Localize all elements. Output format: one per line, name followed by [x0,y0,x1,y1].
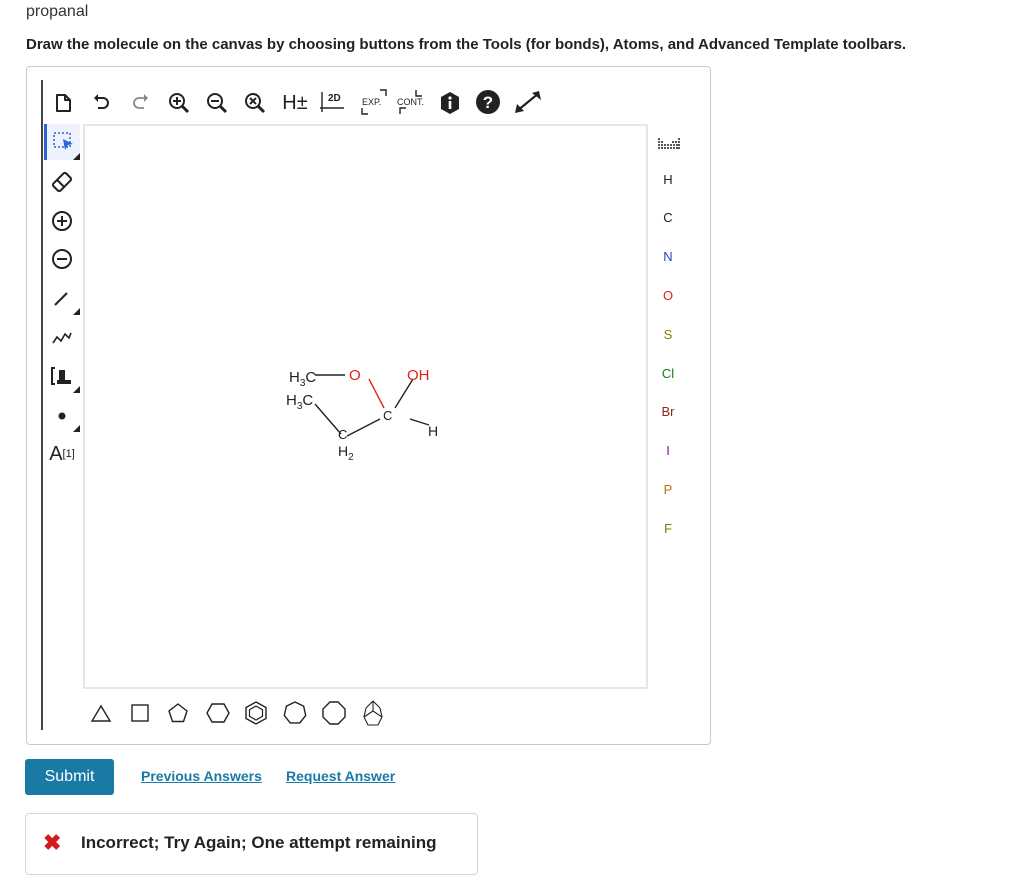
zoom-reset-icon[interactable] [242,90,268,116]
clean-2d-button[interactable]: 2D [318,88,348,116]
atom-ch2-c: C [338,427,347,442]
atom-label-letter: A [49,442,63,465]
octagon-template-icon[interactable] [320,699,348,727]
atom-h3c-bottom: H3C [286,392,313,412]
chain-tool[interactable] [44,320,80,354]
atom-label-tool[interactable]: A [1] [44,437,80,471]
request-answer-link[interactable]: Request Answer [286,768,395,784]
atom-oh: OH [407,367,430,384]
select-tool-submenu-icon [73,153,80,160]
question-instructions: Draw the molecule on the canvas by choos… [26,36,907,53]
atom-button-f[interactable]: F [650,521,686,536]
bracket-tool[interactable] [44,359,80,393]
hexagon-template-icon[interactable] [204,700,232,726]
atom-label-superscript: [1] [62,448,75,460]
atom-button-h[interactable]: H [650,172,686,187]
radical-tool[interactable] [44,398,80,432]
submit-button[interactable]: Submit [25,759,114,795]
molecule-drawing: H3C O OH H3C C H C H2 [286,367,438,463]
atom-c-center: C [383,408,392,423]
eraser-tool[interactable] [44,165,80,199]
select-tool[interactable] [44,124,80,160]
pentagon-template-icon[interactable] [165,700,191,726]
new-document-icon[interactable] [50,90,76,116]
clean-2d-label: 2D [328,93,341,104]
redo-icon[interactable] [128,90,154,116]
undo-icon[interactable] [88,90,114,116]
expand-button[interactable]: EXP. [358,86,390,118]
add-hydrogens-button[interactable]: H± [280,90,310,116]
charge-plus-tool[interactable] [44,204,80,238]
atom-button-c[interactable]: C [650,210,686,225]
bond-o-c [368,378,385,409]
bracket-submenu-icon [73,386,80,393]
atom-o-ether: O [349,367,361,384]
question-title: propanal [26,3,89,20]
square-template-icon[interactable] [127,700,153,726]
atom-button-o[interactable]: O [650,288,686,303]
contract-label: CONT. [397,97,424,107]
bond-c-h [409,418,430,426]
expand-label: EXP. [362,97,381,107]
charge-minus-tool[interactable] [44,242,80,276]
atom-button-br[interactable]: Br [650,404,686,419]
drawing-canvas[interactable]: H3C O OH H3C C H C H2 [83,124,648,689]
feedback-text: Incorrect; Try Again; One attempt remain… [81,833,437,852]
atom-button-cl[interactable]: Cl [650,366,686,381]
atom-button-i[interactable]: I [650,443,686,458]
single-bond-tool[interactable] [44,281,80,315]
help-icon[interactable]: ? [474,88,502,116]
atom-button-n[interactable]: N [650,249,686,264]
radical-submenu-icon [73,425,80,432]
fullscreen-icon[interactable] [512,88,544,116]
previous-answers-link[interactable]: Previous Answers [141,768,262,784]
svg-text:?: ? [483,93,493,112]
atom-button-p[interactable]: P [650,482,686,497]
info-icon[interactable] [437,90,463,116]
heptagon-template-icon[interactable] [281,699,309,727]
zoom-out-icon[interactable] [204,90,230,116]
bond-submenu-icon [73,308,80,315]
contract-button[interactable]: CONT. [394,86,428,118]
atom-h-right: H [428,423,438,439]
zoom-in-icon[interactable] [166,90,192,116]
atom-h3c-top: H3C [289,369,316,389]
benzene-template-icon[interactable] [242,700,270,726]
incorrect-icon: ✖ [43,830,62,855]
atom-button-s[interactable]: S [650,327,686,342]
atom-ch2-h: H2 [338,443,354,463]
triangle-template-icon[interactable] [88,700,114,726]
bicyclic-template-icon[interactable] [358,698,388,728]
bond-c-ch2 [346,418,381,437]
periodic-table-icon[interactable] [651,134,687,154]
